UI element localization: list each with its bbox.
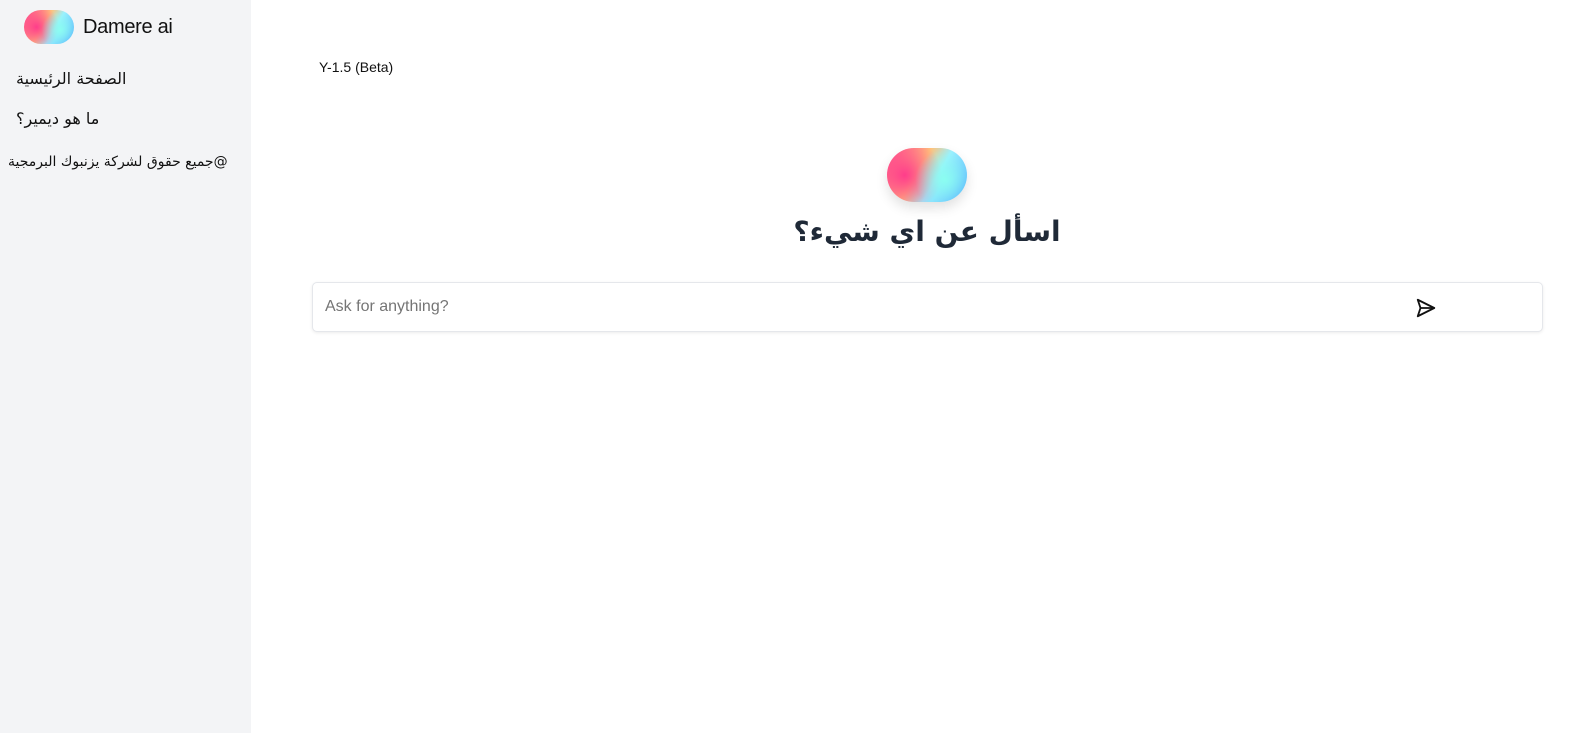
send-button[interactable] <box>1413 295 1439 321</box>
send-icon <box>1416 298 1436 318</box>
sidebar-item-home[interactable]: الصفحة الرئيسية <box>16 69 126 88</box>
sidebar-item-about[interactable]: ما هو ديمير؟ <box>16 109 99 128</box>
sidebar: Damere ai الصفحة الرئيسية ما هو ديمير؟ @… <box>0 0 251 733</box>
search-input[interactable] <box>313 283 1413 331</box>
page-title: اسأل عن اي شيء؟ <box>793 215 1061 248</box>
brand[interactable]: Damere ai <box>24 10 173 44</box>
hero-logo-icon <box>887 148 967 202</box>
logo-icon <box>24 10 74 44</box>
search-bar <box>312 282 1543 332</box>
brand-name: Damere ai <box>83 15 173 38</box>
app-root: Damere ai الصفحة الرئيسية ما هو ديمير؟ @… <box>0 0 1592 733</box>
main-content: Y-1.5 (Beta) اسأل عن اي شيء؟ <box>251 0 1592 733</box>
copyright-text: @جميع حقوق لشركة يزنبوك البرمجية <box>8 154 228 170</box>
version-label: Y-1.5 (Beta) <box>319 59 394 75</box>
